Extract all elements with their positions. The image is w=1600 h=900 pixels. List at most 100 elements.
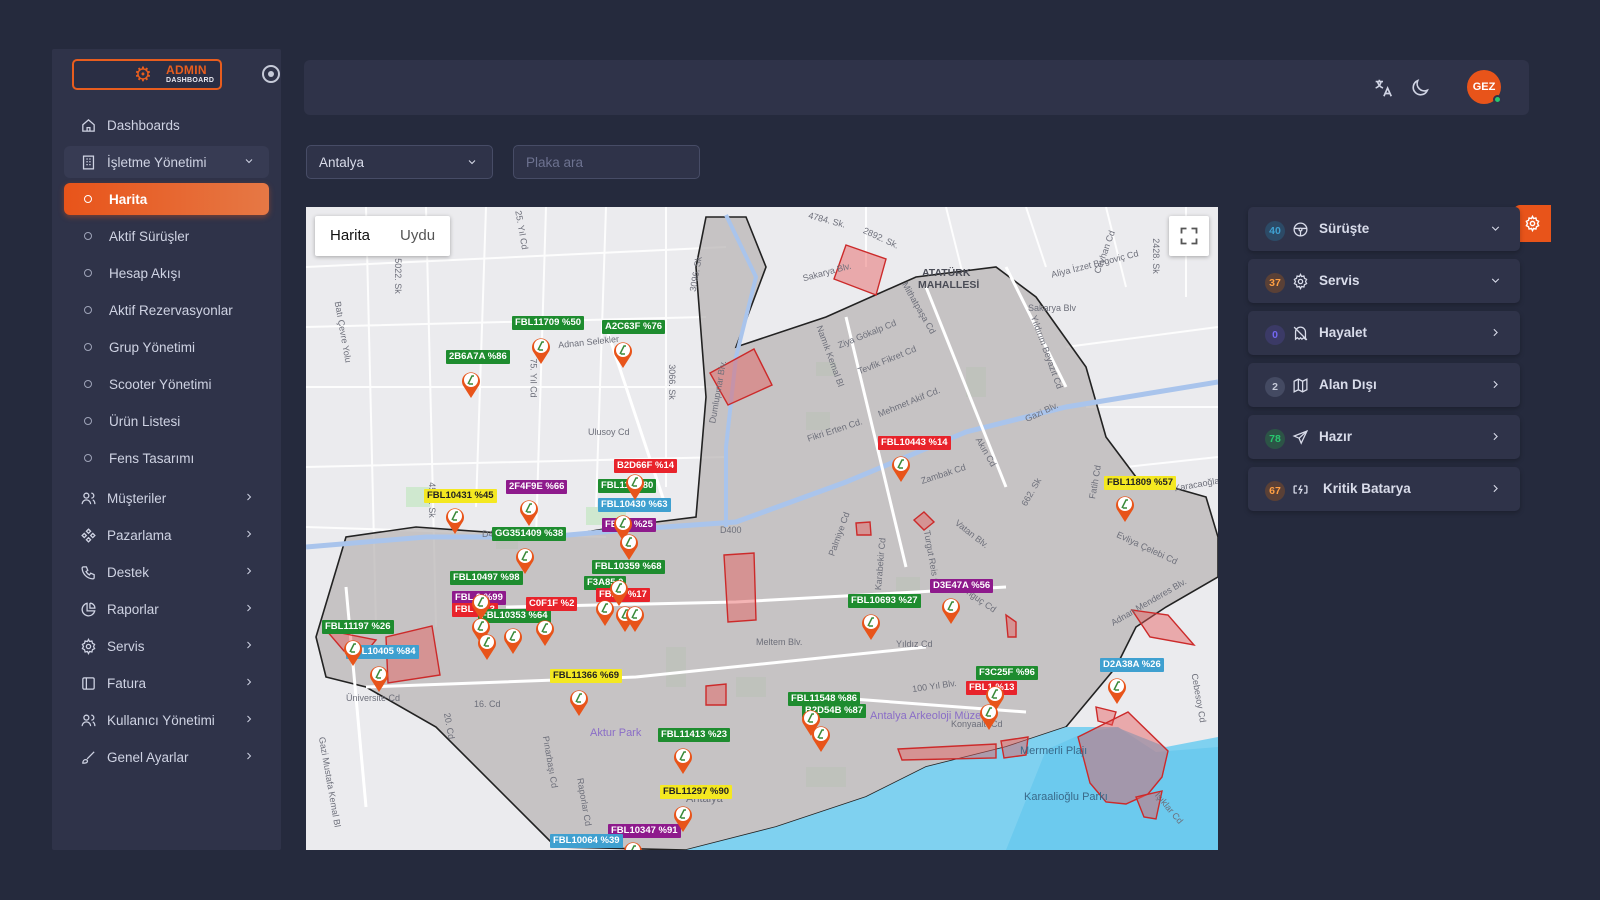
scooter-pin-icon[interactable] bbox=[568, 687, 590, 717]
sidebar-item-dashboards[interactable]: Dashboards bbox=[64, 109, 269, 141]
brand-logo[interactable]: ⚙ ADMIN DASHBOARD bbox=[72, 59, 222, 90]
status-item-servis[interactable]: 37 Servis bbox=[1248, 259, 1520, 303]
vehicle-tag[interactable]: FBL11413 %23 bbox=[658, 728, 731, 742]
sidebar-item-servis[interactable]: Servis bbox=[64, 630, 269, 662]
status-item-hayalet[interactable]: 0 Hayalet bbox=[1248, 311, 1520, 355]
vehicle-tag[interactable]: FBL10431 %45 bbox=[424, 489, 497, 503]
tab-uydu[interactable]: Uydu bbox=[385, 216, 450, 256]
scooter-pin-icon[interactable] bbox=[444, 505, 466, 535]
chevron-right-icon bbox=[243, 602, 257, 616]
vehicle-tag[interactable]: FBL11197 %26 bbox=[322, 620, 394, 634]
chevron-down-icon bbox=[1489, 222, 1502, 235]
status-item-suruste[interactable]: 40 Sürüşte bbox=[1248, 207, 1520, 251]
vehicle-tag[interactable]: GG351409 %38 bbox=[492, 527, 567, 541]
vehicle-tag[interactable]: A2C63F %76 bbox=[602, 320, 666, 334]
sidebar-item-raporlar[interactable]: Raporlar bbox=[64, 593, 269, 625]
sidebar-collapse-icon[interactable] bbox=[262, 65, 280, 83]
scooter-pin-icon[interactable] bbox=[672, 745, 694, 775]
vehicle-tag[interactable]: 2B6A7A %86 bbox=[446, 350, 510, 364]
sidebar-item-isletme[interactable]: İşletme Yönetimi bbox=[64, 146, 269, 178]
status-item-alan-disi[interactable]: 2 Alan Dışı bbox=[1248, 363, 1520, 407]
sidebar-item-harita[interactable]: Harita bbox=[64, 183, 269, 215]
scooter-pin-icon[interactable] bbox=[1106, 675, 1128, 705]
vehicle-tag[interactable]: FBL11297 %90 bbox=[660, 785, 733, 799]
logo-subtitle: DASHBOARD bbox=[166, 77, 215, 84]
chevron-down-icon bbox=[466, 156, 478, 168]
chevron-right-icon bbox=[243, 750, 257, 764]
vehicle-tag[interactable]: 2F4F9E %66 bbox=[506, 480, 568, 494]
sidebar-item-hesap-akisi[interactable]: Hesap Akışı bbox=[64, 257, 269, 289]
vehicle-tag[interactable]: D3E47A %56 bbox=[930, 579, 994, 593]
sidebar-item-aktif-surusler[interactable]: Aktif Sürüşler bbox=[64, 220, 269, 252]
scooter-pin-icon[interactable] bbox=[476, 631, 498, 661]
scooter-pin-icon[interactable] bbox=[534, 617, 556, 647]
sidebar-item-grup-yonetimi[interactable]: Grup Yönetimi bbox=[64, 331, 269, 363]
map-type-tabs: Harita Uydu bbox=[315, 216, 451, 256]
vehicle-tag[interactable]: FBL11709 %50 bbox=[512, 316, 585, 330]
chevron-right-icon bbox=[1489, 430, 1502, 443]
vehicle-tag[interactable]: C0F1F %2 bbox=[526, 597, 578, 611]
send-icon bbox=[1292, 429, 1309, 446]
sidebar-item-fatura[interactable]: Fatura bbox=[64, 667, 269, 699]
moon-icon[interactable] bbox=[1409, 77, 1431, 99]
scooter-pin-icon[interactable] bbox=[618, 531, 640, 561]
scooter-pin-icon[interactable] bbox=[624, 603, 646, 633]
sidebar-item-aktif-rezervasyonlar[interactable]: Aktif Rezervasyonlar bbox=[64, 294, 269, 326]
status-item-hazir[interactable]: 78 Hazır bbox=[1248, 415, 1520, 459]
scooter-pin-icon[interactable] bbox=[530, 335, 552, 365]
vehicle-tag[interactable]: FBL11809 %57 bbox=[1104, 476, 1177, 490]
sidebar-item-urun-listesi[interactable]: Ürün Listesi bbox=[64, 405, 269, 437]
plate-search-input[interactable] bbox=[513, 145, 700, 179]
map-label: Karaalioğlu Parkı bbox=[1024, 791, 1108, 803]
sidebar-item-fens-tasarimi[interactable]: Fens Tasarımı bbox=[64, 442, 269, 474]
scooter-pin-icon[interactable] bbox=[342, 637, 364, 667]
map-label: Sakarya Blv bbox=[1028, 303, 1077, 313]
scooter-pin-icon[interactable] bbox=[940, 595, 962, 625]
map[interactable]: ATATÜRK MAHALLESİ Aktur Park Antalya Ark… bbox=[306, 207, 1218, 850]
vehicle-tag[interactable]: FBL11366 %69 bbox=[550, 669, 623, 683]
scooter-pin-icon[interactable] bbox=[622, 839, 644, 850]
vehicle-tag[interactable]: FBL10693 %27 bbox=[848, 594, 921, 608]
sidebar-nav: Dashboards İşletme Yönetimi Harita Aktif… bbox=[64, 109, 269, 778]
invoice-icon bbox=[79, 674, 97, 692]
scooter-pin-icon[interactable] bbox=[594, 597, 616, 627]
sidebar-item-destek[interactable]: Destek bbox=[64, 556, 269, 588]
scooter-pin-icon[interactable] bbox=[612, 339, 634, 369]
avatar-text: GEZ bbox=[1472, 81, 1496, 93]
scooter-pin-icon[interactable] bbox=[460, 369, 482, 399]
scooter-pin-icon[interactable] bbox=[1114, 493, 1136, 523]
scooter-pin-icon[interactable] bbox=[890, 453, 912, 483]
sidebar-item-label: Raporlar bbox=[107, 601, 159, 617]
fullscreen-button[interactable] bbox=[1169, 216, 1209, 256]
scooter-pin-icon[interactable] bbox=[518, 497, 540, 527]
map-label: Ulusoy Cd bbox=[588, 427, 630, 437]
vehicle-tag[interactable]: F3C25F %96 bbox=[976, 666, 1038, 680]
scooter-pin-icon[interactable] bbox=[502, 625, 524, 655]
sidebar-item-scooter-yonetimi[interactable]: Scooter Yönetimi bbox=[64, 368, 269, 400]
status-count-badge: 78 bbox=[1265, 429, 1285, 449]
scooter-pin-icon[interactable] bbox=[624, 471, 646, 501]
sidebar-item-kullanici-yonetimi[interactable]: Kullanıcı Yönetimi bbox=[64, 704, 269, 736]
scooter-pin-icon[interactable] bbox=[860, 611, 882, 641]
city-select[interactable]: Antalya bbox=[306, 145, 493, 179]
scooter-pin-icon[interactable] bbox=[978, 701, 1000, 731]
scooter-pin-icon[interactable] bbox=[810, 723, 832, 753]
tab-harita[interactable]: Harita bbox=[315, 216, 385, 256]
vehicle-tag[interactable]: FBL10497 %98 bbox=[450, 571, 523, 585]
vehicle-tag[interactable]: FBL10064 %39 bbox=[550, 834, 623, 848]
avatar[interactable]: GEZ bbox=[1467, 70, 1502, 104]
translate-icon[interactable] bbox=[1372, 77, 1394, 99]
vehicle-tag[interactable]: D2A38A %26 bbox=[1100, 658, 1164, 672]
gear-icon bbox=[1525, 215, 1540, 232]
status-item-kritik-batarya[interactable]: 67 Kritik Batarya bbox=[1248, 467, 1520, 511]
vehicle-tag[interactable]: FBL10443 %14 bbox=[878, 436, 951, 450]
vehicle-tag[interactable]: FBL10359 %68 bbox=[592, 560, 665, 574]
sidebar-item-musteriler[interactable]: Müşteriler bbox=[64, 482, 269, 514]
scooter-pin-icon[interactable] bbox=[368, 663, 390, 693]
scooter-pin-icon[interactable] bbox=[514, 545, 536, 575]
gear-icon bbox=[1292, 272, 1309, 291]
sidebar-item-pazarlama[interactable]: Pazarlama bbox=[64, 519, 269, 551]
vehicle-status-panel: 40 Sürüşte 37 Servis 0 Hayalet 2 Alan Dı… bbox=[1248, 207, 1520, 519]
sidebar-item-genel-ayarlar[interactable]: Genel Ayarlar bbox=[64, 741, 269, 773]
scooter-pin-icon[interactable] bbox=[672, 803, 694, 833]
